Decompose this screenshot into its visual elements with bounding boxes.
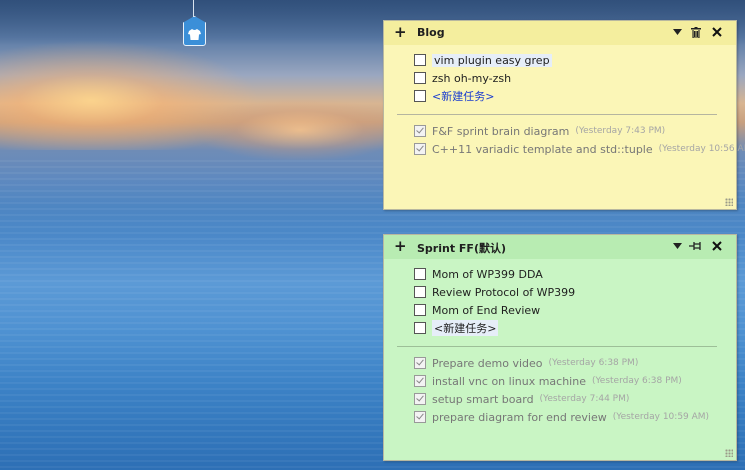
new-task-placeholder[interactable]: <新建任务> [432,88,494,104]
task-checkbox-checked[interactable] [414,125,426,137]
resize-grip[interactable] [725,449,733,457]
tag-string [193,0,194,18]
note-header: + Blog [384,21,736,45]
new-task-item[interactable]: <新建任务> [414,320,499,336]
section-divider [397,346,717,347]
completed-timestamp: (Yesterday 10:56 AM) [658,144,745,154]
task-item[interactable]: zsh oh-my-zsh [414,70,511,86]
completed-timestamp: (Yesterday 6:38 PM) [591,376,682,386]
task-text: Mom of End Review [432,303,541,317]
pin-icon[interactable] [688,239,702,253]
task-checkbox-checked[interactable] [414,143,426,155]
tshirt-icon [188,28,201,40]
task-item[interactable]: Mom of WP399 DDA [414,266,543,282]
task-item[interactable]: vim plugin easy grep [414,52,552,68]
new-task-placeholder[interactable]: <新建任务> [432,320,499,336]
completed-task-item[interactable]: setup smart board (Yesterday 7:44 PM) [414,391,629,407]
section-divider [397,114,717,115]
note-sprint-ff: + Sprint FF(默认) Mom of WP399 DDA Review … [383,234,737,461]
task-text: Review Protocol of WP399 [432,285,576,299]
wallpaper-sunset-glow-2 [200,100,400,160]
task-text: vim plugin easy grep [432,53,552,67]
task-text: Prepare demo video [432,356,543,370]
note-title: Blog [417,26,445,39]
note-blog: + Blog vim plugin easy grep zsh oh-my-zs… [383,20,745,210]
completed-timestamp: (Yesterday 7:44 PM) [539,394,630,404]
completed-task-item[interactable]: F&F sprint brain diagram (Yesterday 7:43… [414,123,665,139]
task-checkbox[interactable] [414,268,426,280]
task-checkbox-checked[interactable] [414,393,426,405]
task-text: setup smart board [432,392,534,406]
task-checkbox[interactable] [414,90,426,102]
dropdown-arrow-icon[interactable] [670,239,684,253]
task-item[interactable]: Mom of End Review [414,302,540,318]
task-checkbox[interactable] [414,304,426,316]
resize-grip[interactable] [725,198,733,206]
task-checkbox-checked[interactable] [414,357,426,369]
dropdown-arrow-icon[interactable] [670,25,684,39]
task-text: C++11 variadic template and std::tuple [432,142,653,156]
trash-icon[interactable] [689,25,703,39]
completed-task-item[interactable]: Prepare demo video (Yesterday 6:38 PM) [414,355,638,371]
completed-task-item[interactable]: C++11 variadic template and std::tuple (… [414,141,745,157]
task-checkbox-checked[interactable] [414,411,426,423]
task-text: prepare diagram for end review [432,410,607,424]
completed-task-item[interactable]: prepare diagram for end review (Yesterda… [414,409,709,425]
task-text: zsh oh-my-zsh [432,71,512,85]
task-checkbox[interactable] [414,72,426,84]
task-text: install vnc on linux machine [432,374,586,388]
note-title: Sprint FF(默认) [417,242,506,255]
task-checkbox[interactable] [414,54,426,66]
completed-task-item[interactable]: install vnc on linux machine (Yesterday … [414,373,682,389]
completed-timestamp: (Yesterday 7:43 PM) [575,126,666,136]
task-checkbox[interactable] [414,322,426,334]
new-task-item[interactable]: <新建任务> [414,88,494,104]
note-header: + Sprint FF(默认) [384,235,736,259]
task-text: F&F sprint brain diagram [432,124,570,138]
task-checkbox[interactable] [414,286,426,298]
task-checkbox-checked[interactable] [414,375,426,387]
close-icon[interactable] [710,239,724,253]
task-item[interactable]: Review Protocol of WP399 [414,284,575,300]
completed-timestamp: (Yesterday 10:59 AM) [612,412,710,422]
completed-timestamp: (Yesterday 6:38 PM) [548,358,639,368]
close-icon[interactable] [710,25,724,39]
add-task-button[interactable]: + [394,24,407,40]
task-text: Mom of WP399 DDA [432,267,543,281]
add-task-button[interactable]: + [394,238,407,254]
